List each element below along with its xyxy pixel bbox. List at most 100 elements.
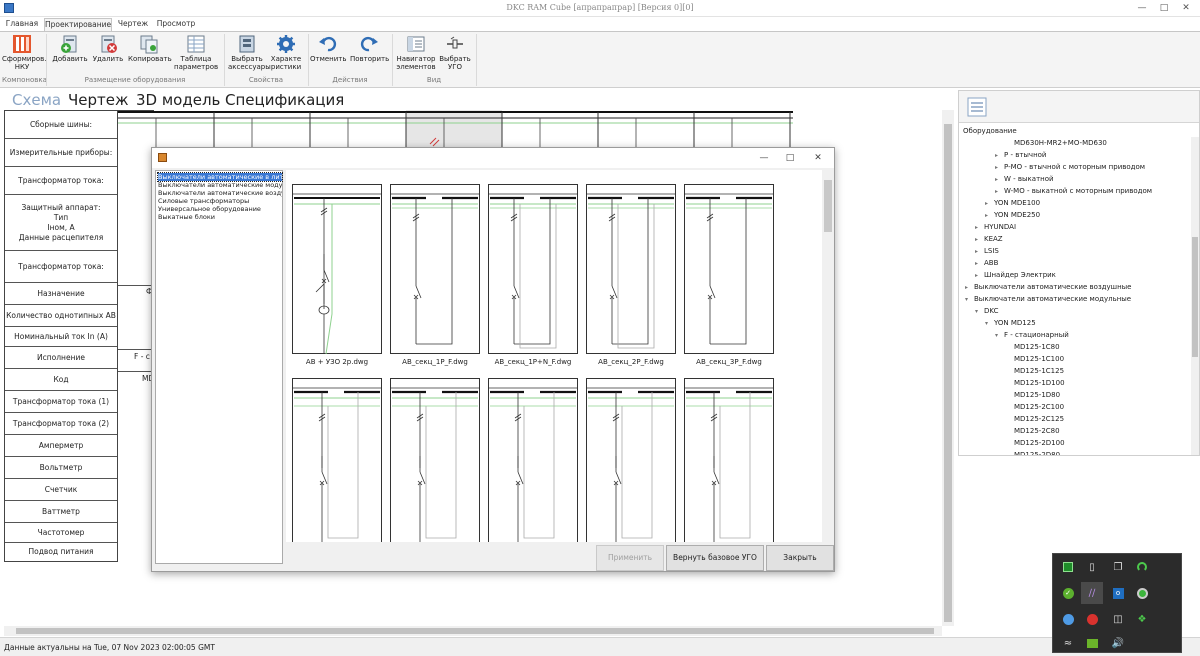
tree-node[interactable]: ▸ W-MO - выкатной с моторным приводом [995,185,1152,197]
tree-node[interactable]: ▾ Выключатели автоматические модульные [965,293,1131,305]
outlook-icon[interactable]: o [1107,582,1129,604]
wifi-icon[interactable]: ≈ [1057,632,1079,654]
green-square-icon[interactable] [1057,556,1079,578]
tree-node[interactable]: ▸ P-MO - втычной с моторным приводом [995,161,1145,173]
ugo-file-label: AB + УЗО 2p.dwg [305,358,369,366]
tree-node[interactable]: ▸ ABB [975,257,998,269]
row-label: Трансформатор тока (1) [5,391,117,413]
system-tray-popup: ▯ ❐ ✓ ∕∕ o ◫ ❖ ≈ 🔊 [1052,553,1182,653]
ugo-thumbnail[interactable]: AB_фид_2P_F.dwg [684,378,774,542]
tree-node[interactable]: MD125-2C125 [1005,413,1064,425]
ugo-thumbnail[interactable]: AB + УЗО 2p.dwg [292,184,382,366]
ugo-thumbnail[interactable]: AB_фид_1P+N_F.dwg [586,378,676,542]
add-button[interactable]: Добавить [52,34,88,74]
choose-accessories-button[interactable]: Выбрать аксессуары [228,34,271,74]
ugo-thumbnail[interactable]: AB_секц_1P+N_F.dwg [488,184,578,366]
tree-node[interactable]: MD125-2D80 [1005,449,1060,455]
category-item[interactable]: Универсальное оборудование [158,205,282,213]
tree-node[interactable]: MD125-2C80 [1005,425,1060,437]
close-icon[interactable]: ✕ [1175,2,1197,14]
ugo-thumbnail[interactable]: AB_секц_2P_F.dwg [586,184,676,366]
panel-list-icon[interactable] [967,97,987,119]
element-navigator-button[interactable]: Навигатор элементов [396,34,436,74]
choose-ugo-button[interactable]: Выбрать УГО [438,34,472,74]
undo-button[interactable]: Отменить [310,34,347,74]
tab-drawing[interactable]: Чертеж [116,18,150,31]
tree-expander-icon[interactable]: ▾ [965,294,974,306]
tree-node[interactable]: MD125-2D100 [1005,437,1065,449]
tree-expander-icon[interactable]: ▾ [995,330,1004,342]
network-app-icon[interactable]: ❖ [1131,608,1153,630]
ugo-thumbnail[interactable]: AB_секц_4P_F.dwg [390,378,480,542]
tree-node[interactable]: ▾ YON MD125 [985,317,1036,329]
parameters-table-button[interactable]: Таблица параметров [174,34,218,74]
tree-node[interactable]: ▸ LSIS [975,245,999,257]
tree-node[interactable]: MD125-2C100 [1005,401,1064,413]
category-item[interactable]: Выключатели автоматические воздушные [158,189,282,197]
redo-button[interactable]: Повторить [350,34,389,74]
tree-scrollbar[interactable] [1191,137,1199,455]
tree-node[interactable]: MD125-1C125 [1005,365,1064,377]
category-item[interactable]: Выключатели автоматические в литом корпу… [157,172,283,182]
tree-node-label: KEAZ [984,235,1003,243]
copy-equipment-icon [139,34,159,54]
ugo-thumbnail[interactable]: AB_секц_3P+N_F.dwg [292,378,382,542]
tab-schema[interactable]: Схема [12,91,61,109]
dialog-maximize-icon[interactable]: □ [780,151,800,165]
main-horizontal-scrollbar[interactable] [4,626,942,636]
record-icon[interactable] [1131,582,1153,604]
tree-node[interactable]: MD125-1D100 [1005,377,1065,389]
copy-button[interactable]: Копировать [128,34,172,74]
tab-specification[interactable]: Спецификация [225,91,344,109]
reset-ugo-button[interactable]: Вернуть базовое УГО [666,545,764,571]
phone-link-icon[interactable]: ◫ [1107,608,1129,630]
dialog-close-icon[interactable]: ✕ [808,151,828,165]
shield-check-icon[interactable]: ✓ [1057,582,1079,604]
antivirus-icon[interactable] [1081,608,1103,630]
tab-view[interactable]: Просмотр [155,18,197,31]
tree-node[interactable]: ▸ KEAZ [975,233,1003,245]
minimize-icon[interactable]: — [1131,2,1153,14]
volume-icon[interactable]: 🔊 [1107,632,1129,654]
category-item[interactable]: Выключатели автоматические модульные [158,181,282,189]
tree-node[interactable]: ▸ HYUNDAI [975,221,1016,233]
tree-node[interactable]: MD125-1D80 [1005,389,1060,401]
tree-node[interactable]: ▸ Шнайдер Электрик [975,269,1056,281]
tab-drawing-view[interactable]: Чертеж [68,91,129,109]
characteristics-button[interactable]: Характе ристики [268,34,304,74]
tab-3d-model[interactable]: 3D модель [136,91,220,109]
ugo-thumbnail[interactable]: AB_фид_1P_F.dwg [488,378,578,542]
gauge-icon[interactable] [1131,556,1153,578]
usb-drive-icon[interactable]: ▯ [1081,556,1103,578]
main-vertical-scrollbar[interactable] [942,110,954,626]
thumbnail-scrollbar[interactable] [823,170,833,542]
category-item[interactable]: Выкатные блоки [158,213,282,221]
tree-expander-icon[interactable]: ▾ [985,318,994,330]
tab-home[interactable]: Главная [4,18,40,31]
ugo-thumbnail[interactable]: AB_секц_3P_F.dwg [684,184,774,366]
apply-button[interactable]: Применить [596,545,664,571]
tree-node[interactable]: ▸ P - втычной [995,149,1046,161]
maximize-icon[interactable]: □ [1153,2,1175,14]
tree-node[interactable]: ▾ DKC [975,305,999,317]
ugo-thumbnail[interactable]: AB_секц_1P_F.dwg [390,184,480,366]
form-nku-button[interactable]: Сформиров. НКУ [2,34,47,74]
tree-node[interactable]: ▾ F - стационарный [995,329,1069,341]
tree-node[interactable]: ▸ W - выкатной [995,173,1054,185]
chat-icon[interactable] [1057,608,1079,630]
delete-button[interactable]: Удалить [90,34,126,74]
tree-node[interactable]: MD630H-MR2+MO-MD630 [1005,137,1107,149]
tree-node[interactable]: MD125-1C80 [1005,341,1060,353]
category-item[interactable]: Силовые трансформаторы [158,197,282,205]
tree-node[interactable]: ▸ Выключатели автоматические воздушные [965,281,1131,293]
tab-design[interactable]: Проектирование [44,18,112,31]
copy-windows-icon[interactable]: ❐ [1107,556,1129,578]
tree-node[interactable]: ▸ YON MDE100 [985,197,1040,209]
dialog-minimize-icon[interactable]: — [754,151,774,165]
pen-icon[interactable]: ∕∕ [1081,582,1103,604]
tree-node[interactable]: MD125-1C100 [1005,353,1064,365]
nvidia-icon[interactable] [1081,632,1103,654]
tree-expander-icon[interactable]: ▾ [975,306,984,318]
close-dialog-button[interactable]: Закрыть [766,545,834,571]
tree-node[interactable]: ▸ YON MDE250 [985,209,1040,221]
